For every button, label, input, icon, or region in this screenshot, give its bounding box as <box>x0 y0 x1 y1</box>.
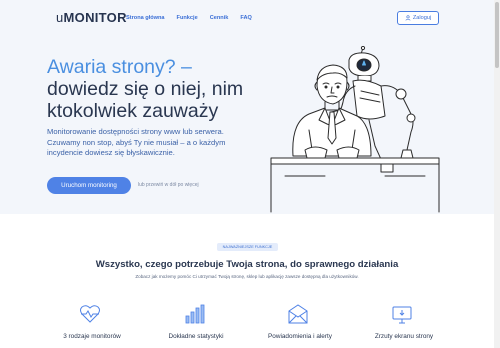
scrollbar[interactable] <box>494 0 500 348</box>
features-title: Wszystko, czego potrzebuje Twoja strona,… <box>95 259 399 270</box>
hero-title-line2: dowiedz się o niej, nim <box>47 78 244 100</box>
nav-features[interactable]: Funkcje <box>177 15 198 21</box>
features-badge: NAJWAŻNIEJSZE FUNKCJE <box>217 243 278 251</box>
site-header: uMONITOR Strona główna Funkcje Cennik FA… <box>0 0 494 36</box>
start-monitoring-button[interactable]: Uruchom monitoring <box>47 177 131 194</box>
feature-monitors: 3 rodzaje monitorów <box>42 304 142 348</box>
hero-title: Awaria strony? – dowiedz się o niej, nim… <box>47 56 287 122</box>
scrollbar-thumb[interactable] <box>495 2 499 68</box>
hero-title-line3: ktokolwiek zauważy <box>47 100 219 122</box>
hero-title-line1: Awaria strony? – <box>47 56 192 78</box>
monitor-icon <box>392 306 412 324</box>
hero-illustration <box>270 46 440 213</box>
feature-statistics-label: Dokładne statystyki <box>168 333 224 340</box>
feature-screenshots: Zrzuty ekranu strony <box>354 304 454 348</box>
bar-chart-icon <box>185 304 205 324</box>
feature-statistics: Dokładne statystyki <box>146 304 246 348</box>
nav-pricing[interactable]: Cennik <box>210 15 229 21</box>
scroll-hint: lub przewiń w dół po więcej <box>138 182 199 188</box>
feature-screenshots-label: Zrzuty ekranu strony <box>374 333 434 340</box>
envelope-icon <box>288 304 308 324</box>
features-subtitle: Zobacz jak możemy pomóc Ci utrzymać Twoj… <box>135 274 359 279</box>
login-label: Zaloguj <box>412 15 432 21</box>
nav-faq[interactable]: FAQ <box>240 15 252 21</box>
login-button[interactable]: Zaloguj <box>397 11 439 25</box>
hero-description: Monitorowanie dostępności strony www lub… <box>47 127 226 158</box>
heart-pulse-icon <box>80 305 100 323</box>
nav-home[interactable]: Strona główna <box>126 15 165 21</box>
feature-notifications-label: Powiadomienia i alerty <box>268 333 332 340</box>
main-nav: Strona główna Funkcje Cennik FAQ <box>126 15 252 21</box>
logo[interactable]: uMONITOR <box>56 10 127 25</box>
feature-monitors-label: 3 rodzaje monitorów <box>63 333 121 340</box>
feature-notifications: Powiadomienia i alerty <box>250 304 350 348</box>
user-icon <box>405 15 411 21</box>
